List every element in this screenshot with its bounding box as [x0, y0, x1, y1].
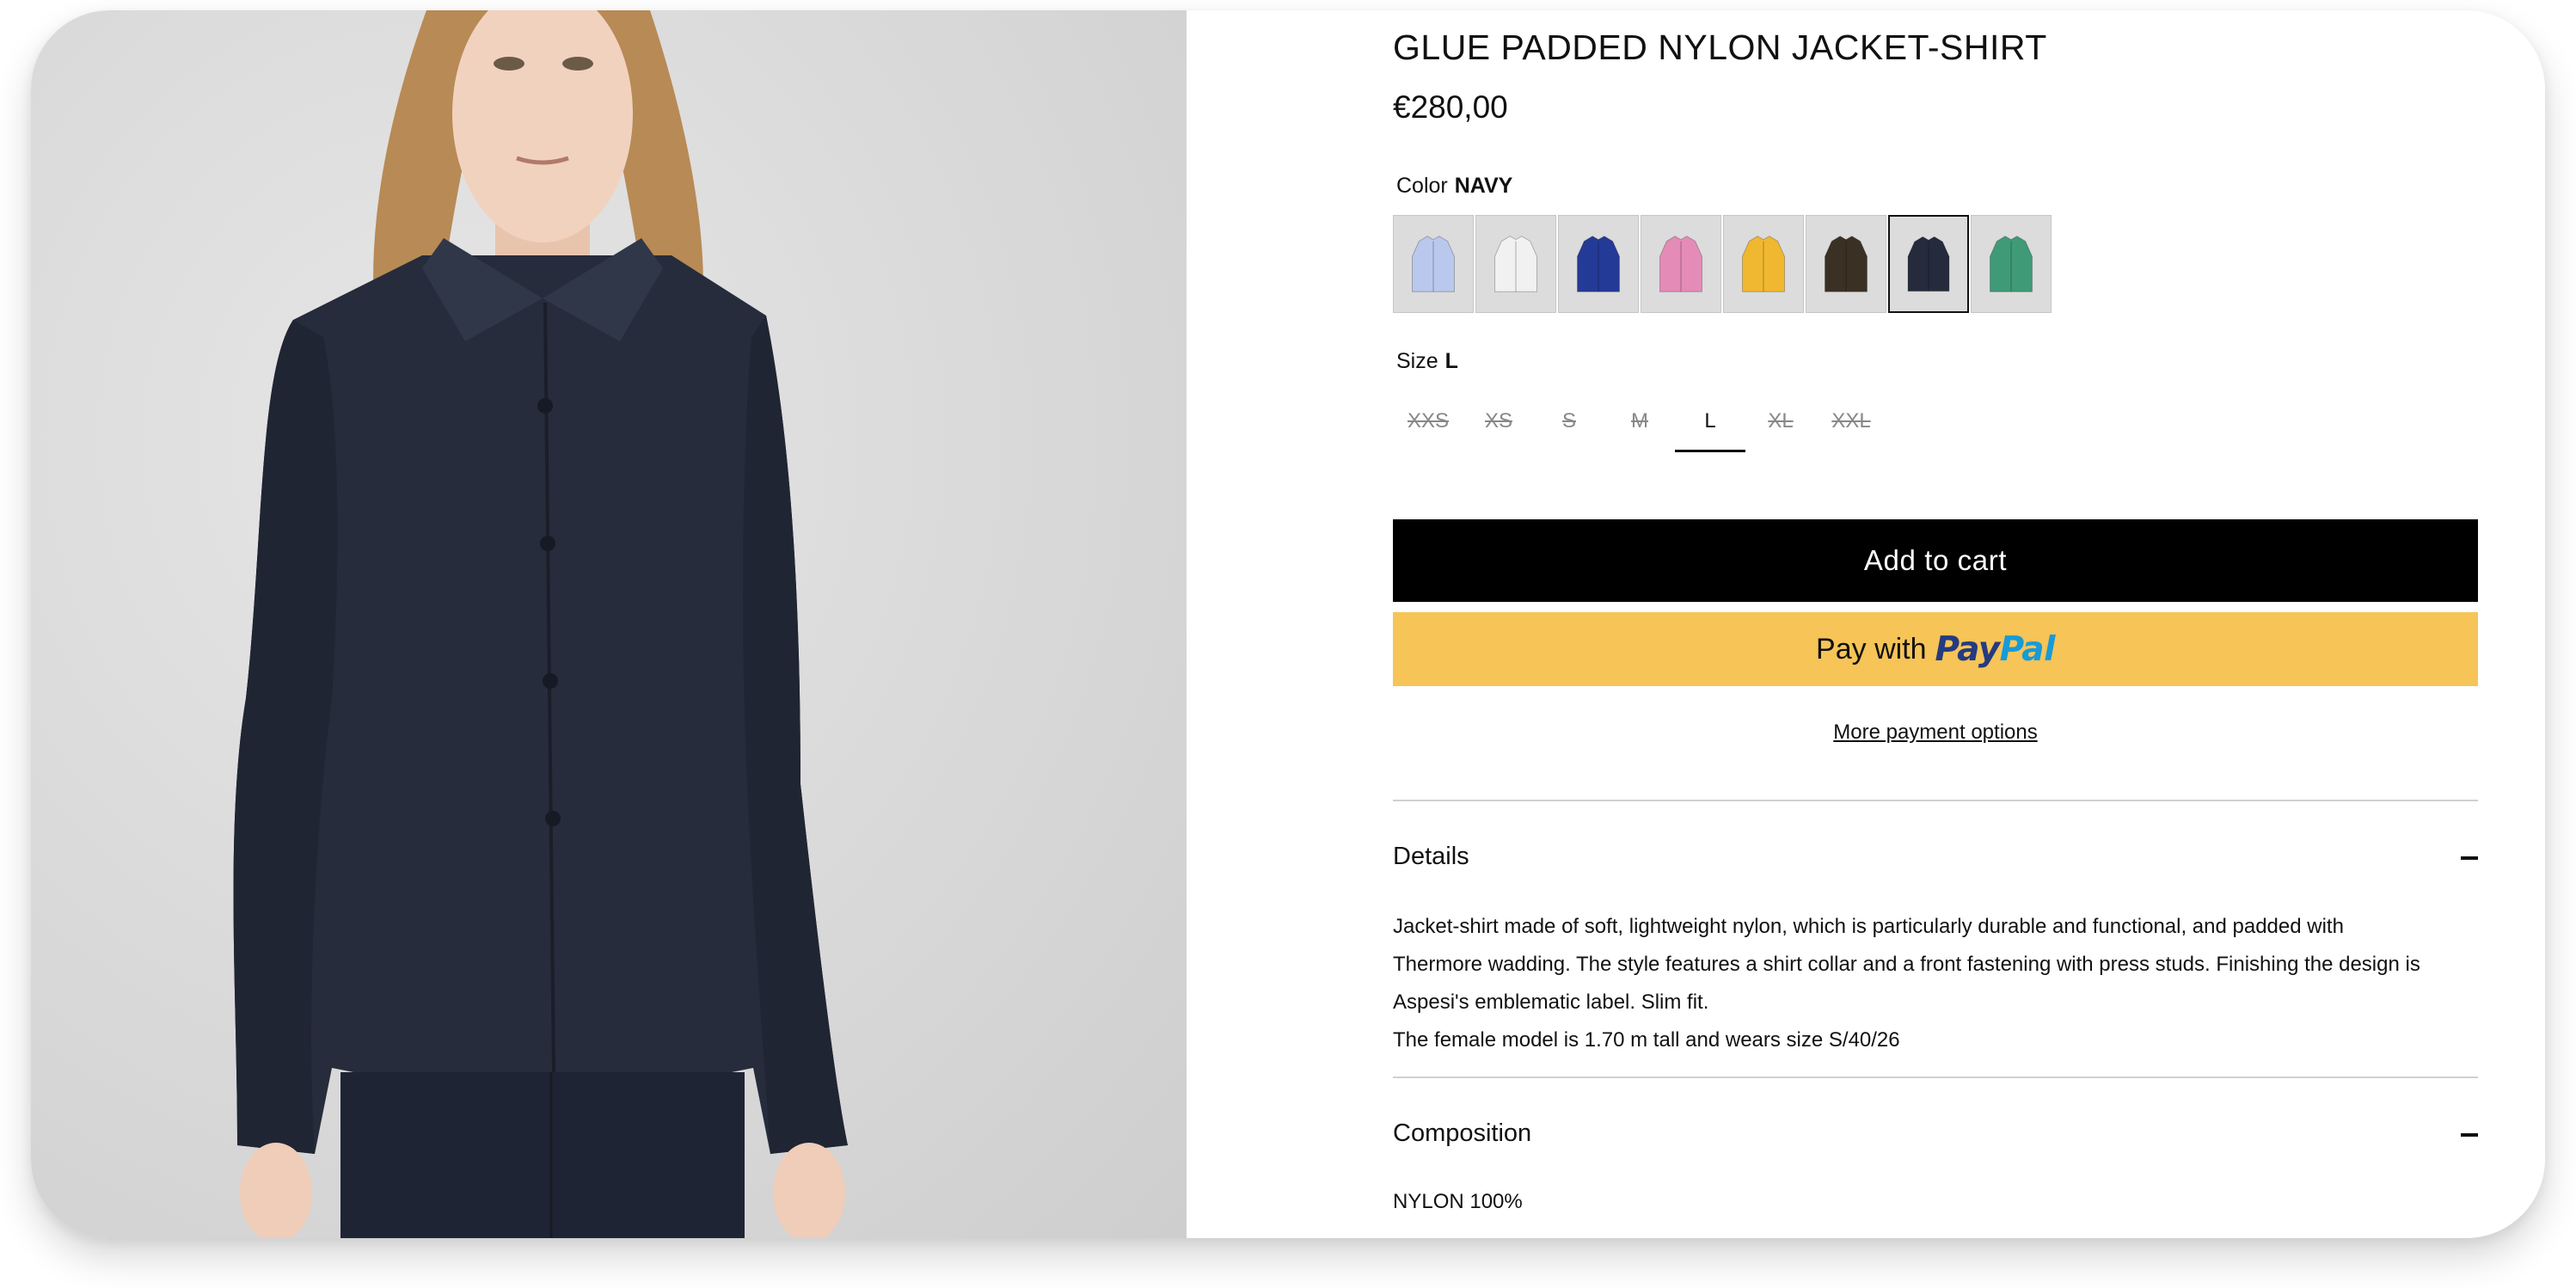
minus-icon: [2461, 1133, 2478, 1137]
details-line: Aspesi's emblematic label. Slim fit.: [1393, 991, 1709, 1014]
more-payment-options-link[interactable]: More payment options: [1393, 721, 2478, 745]
composition-text: NYLON 100%: [1393, 1190, 1523, 1213]
shirt-thumbnail-icon: [1825, 236, 1868, 292]
details-title: Details: [1393, 843, 1469, 870]
color-label-row: Color NAVY: [1396, 174, 1512, 199]
composition-title: Composition: [1393, 1119, 1532, 1147]
color-swatches: [1393, 215, 2053, 313]
color-swatch-green[interactable]: [1971, 215, 2052, 313]
browser-viewport: GLUE PADDED NYLON JACKET-SHIRT €280,00 C…: [31, 10, 2545, 1238]
size-selected-value: L: [1444, 349, 1458, 373]
product-image[interactable]: [31, 10, 1187, 1238]
color-swatch-white[interactable]: [1475, 215, 1556, 313]
color-swatch-light-blue[interactable]: [1393, 215, 1474, 313]
paypal-button[interactable]: Pay with PayPal: [1393, 612, 2478, 686]
size-option-xl[interactable]: XL: [1745, 396, 1816, 447]
details-accordion-header[interactable]: Details: [1393, 832, 2478, 884]
color-selected-value: NAVY: [1454, 174, 1513, 198]
size-options: XXS XS S M L XL XXL: [1393, 396, 1886, 452]
details-line: The female model is 1.70 m tall and wear…: [1393, 1028, 1900, 1052]
details-text: Jacket-shirt made of soft, lightweight n…: [1393, 908, 2478, 1059]
paypal-prefix: Pay with: [1816, 632, 1927, 665]
color-swatch-royal-blue[interactable]: [1558, 215, 1639, 313]
size-option-xs[interactable]: XS: [1463, 396, 1534, 447]
size-option-s[interactable]: S: [1534, 396, 1604, 447]
details-line: Jacket-shirt made of soft, lightweight n…: [1393, 915, 2344, 938]
add-to-cart-button[interactable]: Add to cart: [1393, 519, 2478, 602]
color-swatch-navy[interactable]: [1888, 215, 1969, 313]
color-swatch-yellow[interactable]: [1723, 215, 1804, 313]
shirt-thumbnail-icon: [1412, 236, 1455, 292]
shirt-thumbnail-icon: [1742, 236, 1785, 292]
minus-icon: [2461, 856, 2478, 860]
color-swatch-pink[interactable]: [1641, 215, 1721, 313]
size-label: Size: [1396, 349, 1438, 373]
divider: [1393, 800, 2478, 801]
shirt-thumbnail-icon: [1659, 236, 1702, 292]
size-option-xxs[interactable]: XXS: [1393, 396, 1463, 447]
size-option-l[interactable]: L: [1675, 396, 1745, 452]
size-label-row: Size L: [1396, 349, 1458, 374]
product-price: €280,00: [1393, 89, 1508, 125]
product-info-panel: GLUE PADDED NYLON JACKET-SHIRT €280,00 C…: [1187, 10, 2545, 1238]
paypal-logo: PayPal: [1935, 629, 2056, 669]
product-title: GLUE PADDED NYLON JACKET-SHIRT: [1393, 28, 2047, 67]
color-swatch-dark-brown[interactable]: [1806, 215, 1886, 313]
details-line: Thermore wadding. The style features a s…: [1393, 953, 2420, 976]
composition-accordion-header[interactable]: Composition: [1393, 1109, 2478, 1161]
shirt-thumbnail-icon: [1494, 236, 1537, 292]
size-option-m[interactable]: M: [1604, 396, 1675, 447]
shirt-thumbnail-icon: [1907, 236, 1950, 292]
model-photo: [233, 10, 848, 1238]
shirt-thumbnail-icon: [1990, 236, 2033, 292]
size-option-xxl[interactable]: XXL: [1816, 396, 1886, 447]
divider: [1393, 1076, 2478, 1078]
shirt-thumbnail-icon: [1577, 236, 1620, 292]
color-label: Color: [1396, 174, 1448, 198]
